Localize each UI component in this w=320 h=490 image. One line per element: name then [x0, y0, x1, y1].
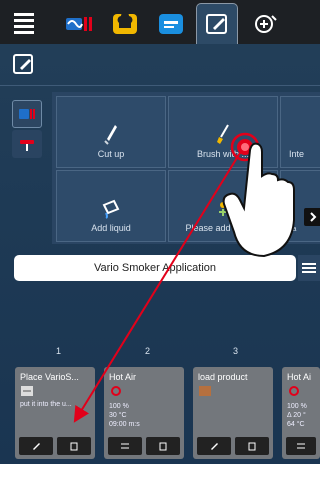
step-description: put it into the u...	[20, 401, 72, 408]
step-number: 1	[56, 346, 62, 356]
hot-air-icon	[289, 386, 299, 396]
chef-hat-icon	[113, 11, 137, 34]
menu-icon-line	[14, 19, 34, 22]
filter-icon	[302, 263, 316, 273]
step-card-2[interactable]: Hot Air 100 % 30 °C 09:00 m:s	[104, 367, 184, 459]
step-humidity: 100 %	[109, 403, 129, 410]
step-title: Place VarioS...	[20, 372, 79, 382]
ingredient-icon	[212, 195, 234, 221]
top-toolbar	[0, 0, 320, 44]
trash-icon	[159, 442, 167, 451]
side-tab-probe[interactable]	[12, 130, 42, 158]
step-card-3[interactable]: load product	[193, 367, 273, 459]
trash-icon	[70, 442, 78, 451]
step-time: 09:00 m:s	[109, 421, 140, 428]
tile-label: Cut up	[97, 149, 125, 159]
next-page-button[interactable]	[304, 208, 320, 226]
edit-icon	[206, 14, 227, 34]
smoker-icon	[66, 16, 92, 31]
product-icon	[199, 386, 211, 396]
pencil-icon	[33, 443, 40, 450]
tile-add-ingredient[interactable]: Please add ingre...	[168, 170, 278, 242]
step-title: Hot Ai	[287, 372, 312, 382]
brush-icon	[213, 121, 233, 147]
divider	[0, 85, 320, 86]
add-icon	[255, 14, 277, 33]
delete-step-button[interactable]	[146, 437, 180, 455]
settings-step-button[interactable]	[108, 437, 142, 455]
filter-button[interactable]	[298, 255, 320, 281]
settings-step-button[interactable]	[286, 437, 316, 455]
chef-hat-tab[interactable]	[104, 3, 146, 44]
sliders-icon	[121, 443, 129, 449]
ichefs-tab[interactable]	[244, 3, 286, 44]
vario-smoker-tab[interactable]	[60, 3, 102, 44]
edit-icon	[13, 54, 33, 74]
side-tab-smoker[interactable]	[12, 100, 42, 128]
step-title: Hot Air	[109, 372, 137, 382]
tile-label: Brush with ...	[196, 149, 250, 159]
edit-mode-button[interactable]	[12, 53, 36, 77]
tile-cut-up[interactable]: Cut up	[56, 96, 166, 168]
chevron-right-icon	[310, 212, 317, 222]
step-humidity: 100 %	[287, 403, 307, 410]
liquid-icon	[100, 195, 122, 221]
application-name: Vario Smoker Application	[93, 262, 217, 274]
edit-tab[interactable]	[196, 3, 238, 44]
trash-icon	[248, 442, 256, 451]
step-title: load product	[198, 372, 248, 382]
sliders-icon	[297, 443, 305, 449]
delete-step-button[interactable]	[235, 437, 269, 455]
tile-partial-load[interactable]: loa	[280, 170, 320, 242]
menu-icon	[14, 13, 34, 16]
bottom-area	[0, 464, 320, 490]
knife-icon	[101, 121, 121, 147]
menu-button[interactable]	[10, 7, 38, 39]
action-tile-grid: Cut up Brush with ... Inte Add liquid Pl…	[52, 92, 320, 244]
step-core-temperature: 64 °C	[287, 421, 305, 428]
step-card-4[interactable]: Hot Ai 100 % Δ 20 ° 64 °C	[282, 367, 320, 459]
step-card-1[interactable]: Place VarioS... put it into the u...	[15, 367, 95, 459]
tile-partial-inte[interactable]: Inte	[280, 96, 320, 168]
step-temperature: 30 °C	[109, 412, 127, 419]
tile-label: Inte	[289, 149, 305, 159]
edit-step-button[interactable]	[197, 437, 231, 455]
edit-step-button[interactable]	[19, 437, 53, 455]
step-number: 3	[233, 346, 239, 356]
pencil-icon	[211, 443, 218, 450]
step-number: 2	[145, 346, 151, 356]
tile-label: loa	[287, 226, 297, 233]
tile-brush-with[interactable]: Brush with ...	[168, 96, 278, 168]
step-delta-temperature: Δ 20 °	[287, 412, 306, 419]
card-icon	[159, 13, 183, 34]
smoker-icon	[19, 109, 35, 119]
smoker-box-icon	[21, 386, 33, 396]
menu-icon-line	[14, 31, 34, 34]
tile-label: Add liquid	[91, 223, 131, 233]
card-tab[interactable]	[150, 3, 192, 44]
menu-icon-line	[14, 25, 34, 28]
tile-add-liquid[interactable]: Add liquid	[56, 170, 166, 242]
application-search-field[interactable]: Vario Smoker Application	[14, 255, 296, 281]
tile-label: Please add ingre...	[185, 223, 261, 233]
hot-air-icon	[111, 386, 121, 396]
delete-step-button[interactable]	[57, 437, 91, 455]
probe-icon	[20, 140, 34, 151]
